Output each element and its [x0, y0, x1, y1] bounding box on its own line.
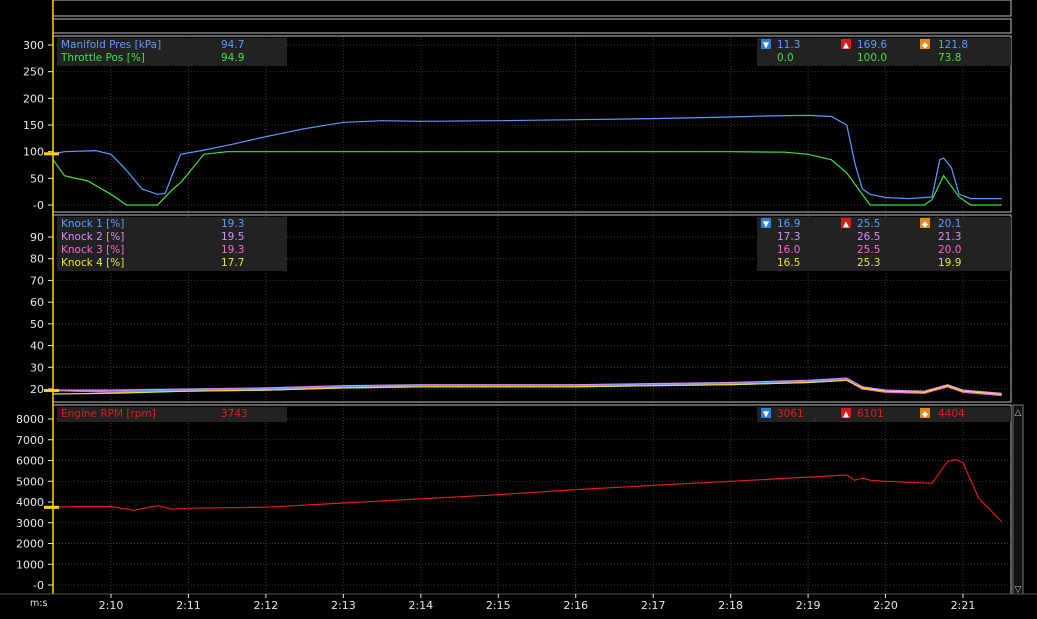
stat-avg-value: 20.0 — [938, 244, 961, 256]
stat-avg-value: 4404 — [938, 408, 965, 420]
panel-engine-rpm: 8000 7000 6000 5000 4000 3000 2000 1000 -0 ▼ ▲ ◆ Eng… — [16, 404, 1012, 595]
y-tick-label: 6000 — [16, 455, 44, 468]
legend-current-value: 19.3 — [221, 218, 244, 230]
max-icon-glyph: ▲ — [843, 41, 850, 50]
legend-current-value: 94.9 — [221, 52, 244, 64]
y-tick-label: 90 — [30, 231, 44, 244]
stat-avg-value: 19.9 — [938, 257, 961, 269]
max-icon-glyph: ▲ — [843, 220, 850, 229]
y-tick-label: 4000 — [16, 496, 44, 509]
legend-current-value: 19.3 — [221, 244, 244, 256]
stat-min-value: 0.0 — [777, 52, 794, 64]
min-icon-glyph: ▼ — [763, 41, 770, 50]
y-tick-label: 20 — [30, 383, 44, 396]
y-tick-label: 30 — [30, 361, 44, 374]
stat-avg-value: 20.1 — [938, 218, 961, 230]
y-tick-label: 70 — [30, 274, 44, 287]
max-icon-glyph: ▲ — [843, 410, 850, 419]
time-tick-label: 2:12 — [254, 599, 279, 612]
time-tick-label: 2:20 — [873, 599, 898, 612]
stat-max-value: 25.5 — [857, 244, 880, 256]
legend-series-name: Knock 2 [%] — [61, 231, 124, 243]
stat-max-value: 26.5 — [857, 231, 880, 243]
y-tick-label: 150 — [23, 119, 44, 132]
stat-min-value: 11.3 — [777, 39, 800, 51]
time-tick-label: 2:19 — [796, 599, 821, 612]
cursor-marker — [44, 389, 59, 393]
legend-series-name: Engine RPM [rpm] — [61, 408, 156, 420]
y-tick-label: 3000 — [16, 517, 44, 530]
series-line-0 — [52, 114, 1002, 200]
cursor-marker — [44, 152, 59, 156]
time-tick-label: 2:10 — [99, 599, 124, 612]
series-line-0 — [52, 458, 1003, 522]
top-strip-1 — [52, 0, 1012, 17]
time-tick-label: 2:16 — [563, 599, 588, 612]
legend-series-name: Knock 1 [%] — [61, 218, 124, 230]
y-tick-label: 200 — [23, 92, 44, 105]
legend-series-name: Knock 3 [%] — [61, 244, 124, 256]
y-tick-label: 5000 — [16, 475, 44, 488]
y-tick-label: 50 — [30, 172, 44, 185]
telemetry-chart: 300 250 200 150 100 50 -0 ▼ ▲ ◆ Manifold Pres [kPa… — [0, 0, 1037, 612]
y-tick-label: 80 — [30, 253, 44, 266]
stat-avg-value: 21.3 — [938, 231, 961, 243]
y-tick-label: 50 — [30, 318, 44, 331]
y-tick-label: 60 — [30, 296, 44, 309]
time-tick-label: 2:11 — [176, 599, 201, 612]
series-line-2 — [52, 379, 1002, 397]
avg-icon-glyph: ◆ — [922, 220, 929, 229]
top-strip-2 — [52, 18, 1012, 34]
time-tick-label: 2:14 — [408, 599, 433, 612]
min-icon-glyph: ▼ — [763, 410, 770, 419]
panel-knock: 90 80 70 60 50 40 30 20 ▼ ▲ ◆ Knock 1 [%] 19.3 16.9 25… — [30, 214, 1012, 403]
min-icon-glyph: ▼ — [763, 220, 770, 229]
y-tick-label: 8000 — [16, 413, 44, 426]
stat-avg-value: 73.8 — [938, 52, 961, 64]
y-tick-label: -0 — [33, 199, 44, 212]
avg-icon-glyph: ◆ — [922, 410, 929, 419]
time-tick-label: 2:13 — [331, 599, 356, 612]
y-tick-label: 7000 — [16, 434, 44, 447]
avg-icon-glyph: ◆ — [922, 41, 929, 50]
legend-series-name: Knock 4 [%] — [61, 257, 124, 269]
vertical-scrollbar[interactable] — [1012, 404, 1024, 595]
stat-min-value: 16.5 — [777, 257, 800, 269]
time-tick-label: 2:18 — [718, 599, 743, 612]
scroll-up-icon[interactable]: △ — [1015, 408, 1022, 418]
y-tick-label: -0 — [33, 579, 44, 592]
cursor-marker — [44, 505, 59, 509]
panel-manifold-throttle: 300 250 200 150 100 50 -0 ▼ ▲ ◆ Manifold Pres [kPa… — [23, 35, 1012, 213]
stat-max-value: 25.5 — [857, 218, 880, 230]
legend-current-value: 3743 — [221, 408, 248, 420]
time-axis-unit-label: m:s — [30, 598, 47, 609]
stat-max-value: 169.6 — [857, 39, 887, 51]
stat-max-value: 25.3 — [857, 257, 880, 269]
y-tick-label: 300 — [23, 39, 44, 52]
time-tick-label: 2:21 — [951, 599, 976, 612]
stat-max-value: 6101 — [857, 408, 884, 420]
legend-current-value: 19.5 — [221, 231, 244, 243]
stat-min-value: 16.9 — [777, 218, 800, 230]
stat-max-value: 100.0 — [857, 52, 887, 64]
legend-current-value: 17.7 — [221, 257, 244, 269]
stat-min-value: 3061 — [777, 408, 804, 420]
panel-frame — [52, 404, 1012, 595]
time-tick-label: 2:15 — [486, 599, 511, 612]
y-tick-label: 250 — [23, 66, 44, 79]
legend-series-name: Throttle Pos [%] — [60, 52, 145, 64]
y-tick-label: 100 — [23, 146, 44, 159]
stat-min-value: 17.3 — [777, 231, 800, 243]
telemetry-chart-window: 300 250 200 150 100 50 -0 ▼ ▲ ◆ Manifold Pres [kPa… — [0, 0, 1037, 615]
y-tick-label: 40 — [30, 340, 44, 353]
legend-series-name: Manifold Pres [kPa] — [61, 39, 161, 51]
y-tick-label: 1000 — [16, 558, 44, 571]
stat-avg-value: 121.8 — [938, 39, 968, 51]
stat-min-value: 16.0 — [777, 244, 800, 256]
time-tick-label: 2:17 — [641, 599, 666, 612]
legend-current-value: 94.7 — [221, 39, 244, 51]
y-tick-label: 2000 — [16, 538, 44, 551]
